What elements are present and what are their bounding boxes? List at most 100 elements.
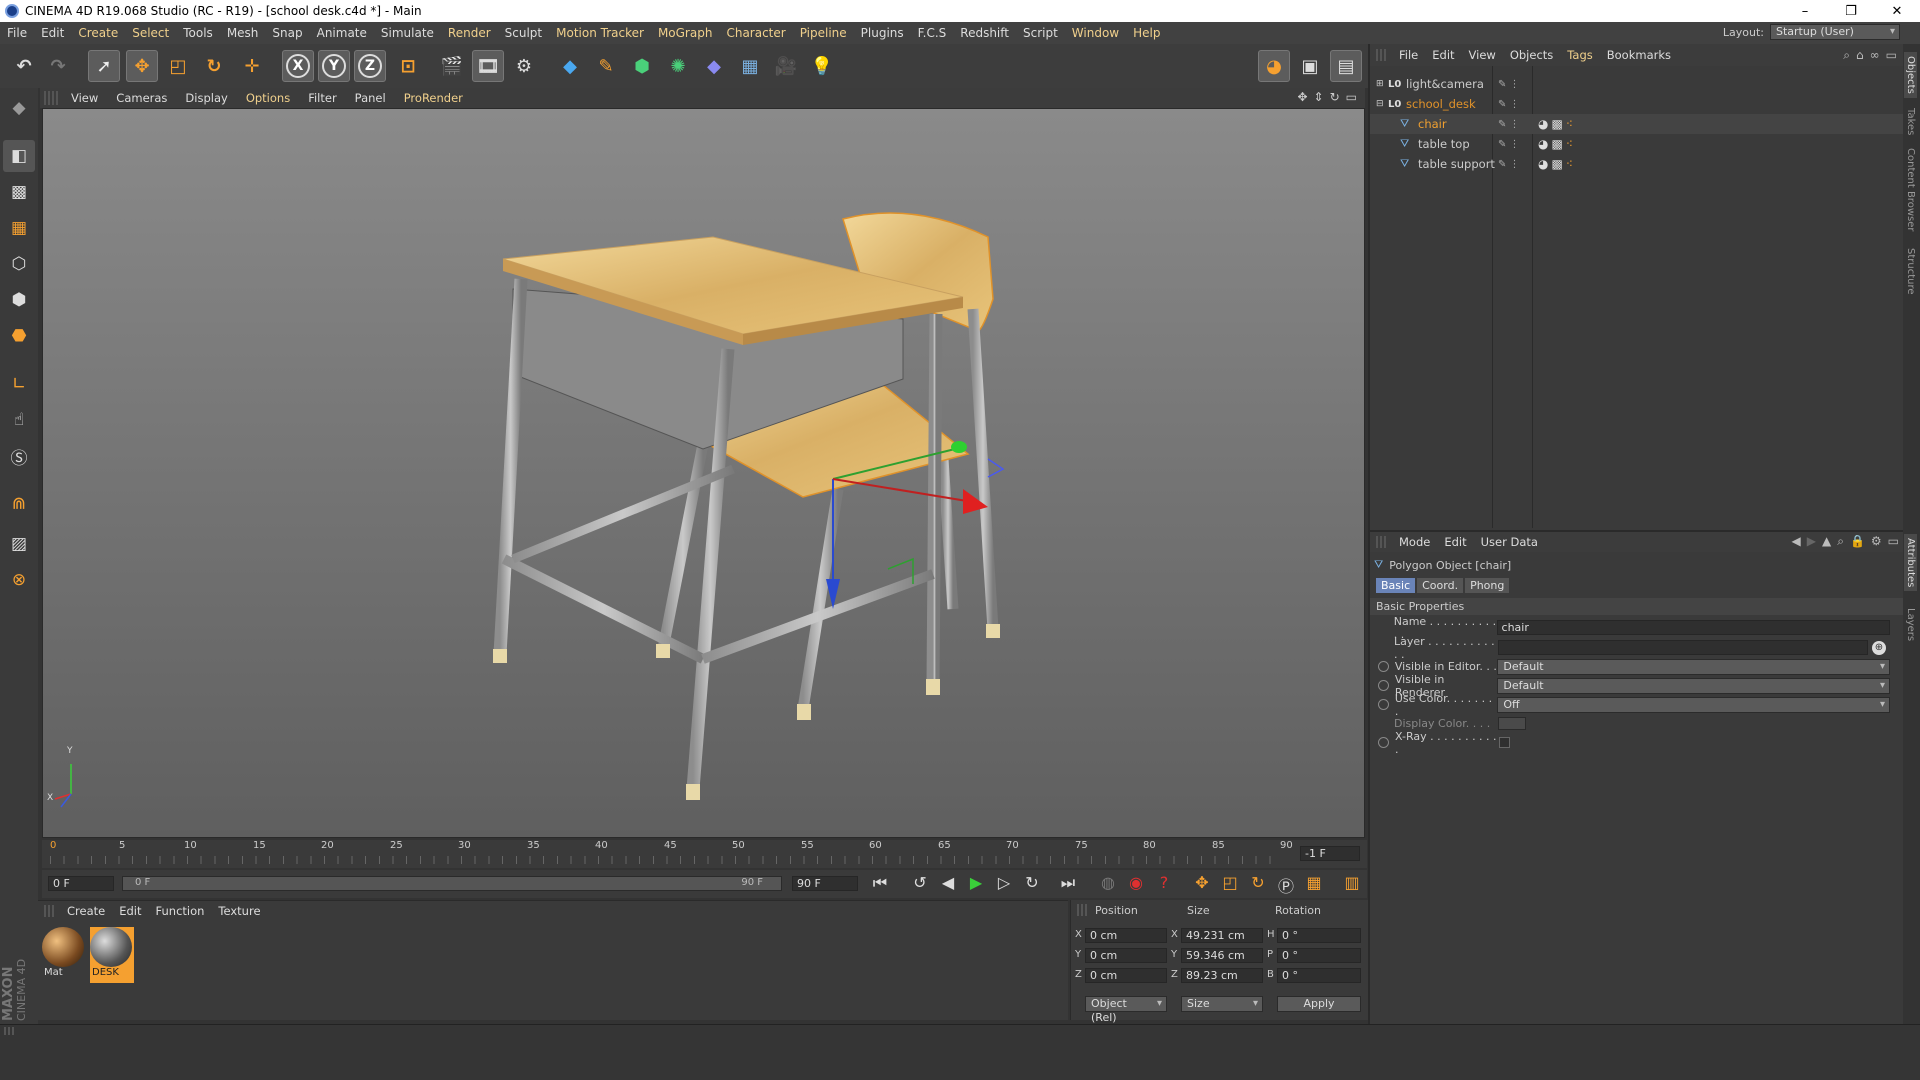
world-coordinates-icon[interactable]: ⊡ <box>392 50 424 82</box>
size-x-field[interactable]: 49.231 cm <box>1181 928 1263 943</box>
render-view-icon[interactable]: 🎬 <box>436 50 468 82</box>
timeline-end-field[interactable]: -1 F <box>1300 846 1360 861</box>
menu-create[interactable]: Create <box>71 26 125 40</box>
viewport-menu-options[interactable]: Options <box>237 91 299 105</box>
viewport-rotate-icon[interactable]: ↻ <box>1330 90 1340 104</box>
polygons-mode-icon[interactable]: ⬣ <box>3 320 35 352</box>
xray-checkbox[interactable] <box>1499 737 1510 748</box>
om-menu-objects[interactable]: Objects <box>1503 48 1560 62</box>
key-rotation-icon[interactable]: ↻ <box>1246 873 1270 897</box>
camera-icon[interactable]: 🎥 <box>770 50 802 82</box>
render-picture-viewer-icon[interactable]: 🎞 <box>472 50 504 82</box>
autokey-icon[interactable]: ◉ <box>1124 873 1148 897</box>
menu-sculpt[interactable]: Sculpt <box>498 26 549 40</box>
viewport-zoom-icon[interactable]: ⇕ <box>1314 90 1324 104</box>
menu-file[interactable]: File <box>0 26 34 40</box>
make-editable-icon[interactable]: ◆ <box>3 92 35 124</box>
layout-dropdown[interactable]: Startup (User) <box>1770 24 1900 40</box>
points-mode-icon[interactable]: ⬡ <box>3 248 35 280</box>
display-color-swatch[interactable] <box>1498 717 1526 730</box>
settings-icon[interactable]: ⚙ <box>1871 534 1882 549</box>
viewport-move-icon[interactable]: ✥ <box>1297 90 1307 104</box>
visibility-dots-icon[interactable]: ✎ ⋮ <box>1498 119 1520 130</box>
am-menu-edit[interactable]: Edit <box>1437 535 1473 549</box>
scale-icon[interactable]: ◰ <box>162 50 194 82</box>
link-icon[interactable]: ∞ <box>1870 48 1880 63</box>
record-keys-icon[interactable]: ◍ <box>1096 873 1120 897</box>
material-tag-icon[interactable]: ◕ <box>1538 137 1548 151</box>
visibility-dots-icon[interactable]: ✎ ⋮ <box>1498 79 1520 90</box>
minimize-icon[interactable]: – <box>1782 0 1828 22</box>
move-icon[interactable]: ✥ <box>126 50 158 82</box>
uvw-tag-icon[interactable]: ▩ <box>1551 157 1562 171</box>
menu-script[interactable]: Script <box>1016 26 1065 40</box>
home-icon[interactable]: ⌂ <box>1856 48 1864 63</box>
key-position-icon[interactable]: ✥ <box>1190 873 1214 897</box>
next-frame-icon[interactable]: ▷ <box>992 873 1016 897</box>
new-window-icon[interactable]: ▭ <box>1886 48 1897 63</box>
coordinate-mode-dropdown[interactable]: Object (Rel) <box>1085 996 1167 1024</box>
use-color-dropdown[interactable]: Off <box>1497 696 1890 713</box>
back-arrow-icon[interactable]: ◀ <box>1792 534 1801 549</box>
subdivision-icon[interactable]: ⬢ <box>626 50 658 82</box>
material-swatch[interactable]: Mat <box>42 927 86 983</box>
size-mode-dropdown[interactable]: Size <box>1181 996 1263 1012</box>
viewport-maximize-icon[interactable]: ▭ <box>1346 90 1357 104</box>
menu-character[interactable]: Character <box>719 26 792 40</box>
goto-end-icon[interactable]: ⏭ <box>1056 873 1080 897</box>
timeline-layout-icon[interactable]: ▥ <box>1340 873 1364 897</box>
tab-basic[interactable]: Basic <box>1376 578 1416 593</box>
viewport-menu-filter[interactable]: Filter <box>299 91 345 105</box>
animation-radio-icon[interactable] <box>1378 680 1389 691</box>
recent-tool-icon[interactable]: ✛ <box>236 50 268 82</box>
rotation-b-field[interactable]: 0 ° <box>1277 968 1361 983</box>
menu-edit[interactable]: Edit <box>34 26 71 40</box>
am-menu-mode[interactable]: Mode <box>1392 535 1437 549</box>
layer-picker-icon[interactable]: ⊕ <box>1872 640 1886 655</box>
expand-icon[interactable]: ⊞ <box>1376 79 1384 89</box>
menu-animate[interactable]: Animate <box>310 26 374 40</box>
size-z-field[interactable]: 89.23 cm <box>1181 968 1263 983</box>
phong-tag-icon[interactable]: ⁖ <box>1566 137 1573 151</box>
menu-help[interactable]: Help <box>1126 26 1167 40</box>
am-menu-user-data[interactable]: User Data <box>1474 535 1545 549</box>
visibility-dots-icon[interactable]: ✎ ⋮ <box>1498 159 1520 170</box>
material-tag-icon[interactable]: ◕ <box>1538 117 1548 131</box>
viewport-menu-cameras[interactable]: Cameras <box>107 91 176 105</box>
up-arrow-icon[interactable]: ▲ <box>1822 534 1831 549</box>
edit-render-settings-icon[interactable]: ⚙ <box>508 50 540 82</box>
apply-button[interactable]: Apply <box>1277 996 1361 1012</box>
undo-icon[interactable]: ↶ <box>8 50 40 82</box>
key-pla-icon[interactable]: ▦ <box>1302 873 1326 897</box>
lock-icon[interactable]: 🔒 <box>1850 534 1865 549</box>
side-tab-objects[interactable]: Objects <box>1904 52 1917 98</box>
side-tab-content-browser[interactable]: Content Browser <box>1904 144 1917 235</box>
tweak-icon[interactable]: ☝ <box>3 404 35 436</box>
animation-radio-icon[interactable] <box>1378 699 1389 710</box>
snap-icon[interactable]: ⊗ <box>3 564 35 596</box>
material-tag-icon[interactable]: ◕ <box>1538 157 1548 171</box>
viewport-menu-view[interactable]: View <box>62 91 107 105</box>
tab-coord[interactable]: Coord. <box>1417 578 1464 593</box>
floor-icon[interactable]: ▦ <box>734 50 766 82</box>
maximize-icon[interactable]: ❐ <box>1828 0 1874 22</box>
menu-redshift[interactable]: Redshift <box>953 26 1016 40</box>
rotation-h-field[interactable]: 0 ° <box>1277 928 1361 943</box>
tab-phong[interactable]: Phong <box>1465 578 1510 593</box>
max-frame-field[interactable]: 90 F <box>792 876 858 891</box>
key-parameter-icon[interactable]: Ⓟ <box>1274 873 1298 897</box>
material-swatch-selected[interactable]: DESK <box>90 927 134 983</box>
snap-lock-icon[interactable]: ▨ <box>3 528 35 560</box>
material-menu-create[interactable]: Create <box>60 904 112 918</box>
play-icon[interactable]: ▶ <box>964 873 988 897</box>
close-icon[interactable]: ✕ <box>1874 0 1920 22</box>
menu-simulate[interactable]: Simulate <box>374 26 441 40</box>
material-menu-function[interactable]: Function <box>149 904 212 918</box>
next-key-icon[interactable]: ↻ <box>1020 873 1044 897</box>
search-icon[interactable]: ⌕ <box>1837 534 1844 549</box>
om-menu-tags[interactable]: Tags <box>1560 48 1599 62</box>
menu-mograph[interactable]: MoGraph <box>651 26 720 40</box>
light-icon[interactable]: 💡 <box>806 50 838 82</box>
size-y-field[interactable]: 59.346 cm <box>1181 948 1263 963</box>
position-z-field[interactable]: 0 cm <box>1085 968 1167 983</box>
